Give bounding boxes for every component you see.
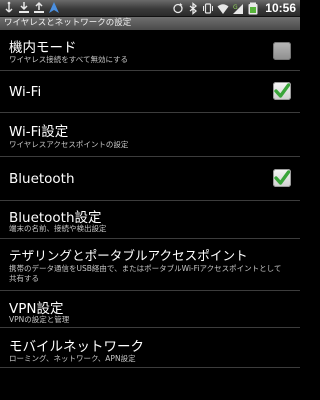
setting-title: Wi-Fi設定 [9, 124, 69, 140]
bluetooth-checkbox[interactable] [273, 169, 291, 187]
setting-title: Wi-Fi [9, 84, 42, 100]
checkmark-icon [274, 83, 290, 98]
setting-summary: ローミング、ネットワーク、APN設定 [9, 354, 136, 363]
setting-wifi[interactable]: Wi-Fi [0, 71, 300, 113]
setting-summary: 端末の名前、接続や検出設定 [9, 224, 107, 233]
title-bar: ワイヤレスとネットワークの設定 [0, 17, 300, 30]
settings-list: 機内モード ワイヤレス接続をすべて無効にする Wi-Fi Wi-Fi設定 ワイヤ… [0, 31, 300, 368]
signal-icon: G [233, 3, 244, 14]
setting-bluetooth[interactable]: Bluetooth [0, 157, 300, 201]
battery-icon [248, 2, 258, 14]
usb-icon [5, 1, 13, 13]
setting-summary: ワイヤレスアクセスポイントの設定 [9, 140, 129, 149]
setting-title: Bluetooth [9, 171, 75, 187]
wifi-icon [217, 3, 229, 14]
vibrate-icon [203, 2, 214, 14]
setting-summary: ワイヤレス接続をすべて無効にする [9, 55, 129, 64]
setting-summary: 携帯のデータ通信をUSB経由で、またはポータブルWi-Fiアクセスポイントとして… [9, 264, 282, 283]
wifi-checkbox[interactable] [273, 82, 291, 100]
setting-summary: VPNの設定と管理 [9, 315, 70, 324]
setting-bluetooth-settings[interactable]: Bluetooth設定 端末の名前、接続や検出設定 [0, 201, 300, 239]
upload-icon [34, 1, 44, 13]
setting-tethering[interactable]: テザリングとポータブルアクセスポイント 携帯のデータ通信をUSB経由で、またはポ… [0, 239, 300, 291]
svg-text:G: G [233, 4, 238, 11]
setting-title: テザリングとポータブルアクセスポイント [9, 248, 248, 263]
sync-icon [173, 2, 183, 13]
airplane-mode-checkbox[interactable] [273, 42, 291, 60]
setting-title: VPN設定 [9, 301, 64, 317]
setting-airplane-mode[interactable]: 機内モード ワイヤレス接続をすべて無効にする [0, 31, 300, 71]
bluetooth-icon [189, 1, 198, 15]
setting-title: モバイルネットワーク [9, 339, 144, 355]
setting-title: Bluetooth設定 [9, 210, 102, 226]
checkmark-icon [274, 170, 290, 185]
setting-mobile-network[interactable]: モバイルネットワーク ローミング、ネットワーク、APN設定 [0, 328, 300, 368]
download-icon [19, 2, 29, 13]
navigation-arrow-icon [49, 2, 59, 13]
setting-vpn[interactable]: VPN設定 VPNの設定と管理 [0, 291, 300, 328]
setting-title: 機内モード [9, 40, 77, 56]
clock: 10:56 [265, 1, 296, 15]
setting-wifi-settings[interactable]: Wi-Fi設定 ワイヤレスアクセスポイントの設定 [0, 113, 300, 157]
status-bar: G 10:56 [0, 0, 300, 17]
page-title: ワイヤレスとネットワークの設定 [4, 18, 132, 28]
